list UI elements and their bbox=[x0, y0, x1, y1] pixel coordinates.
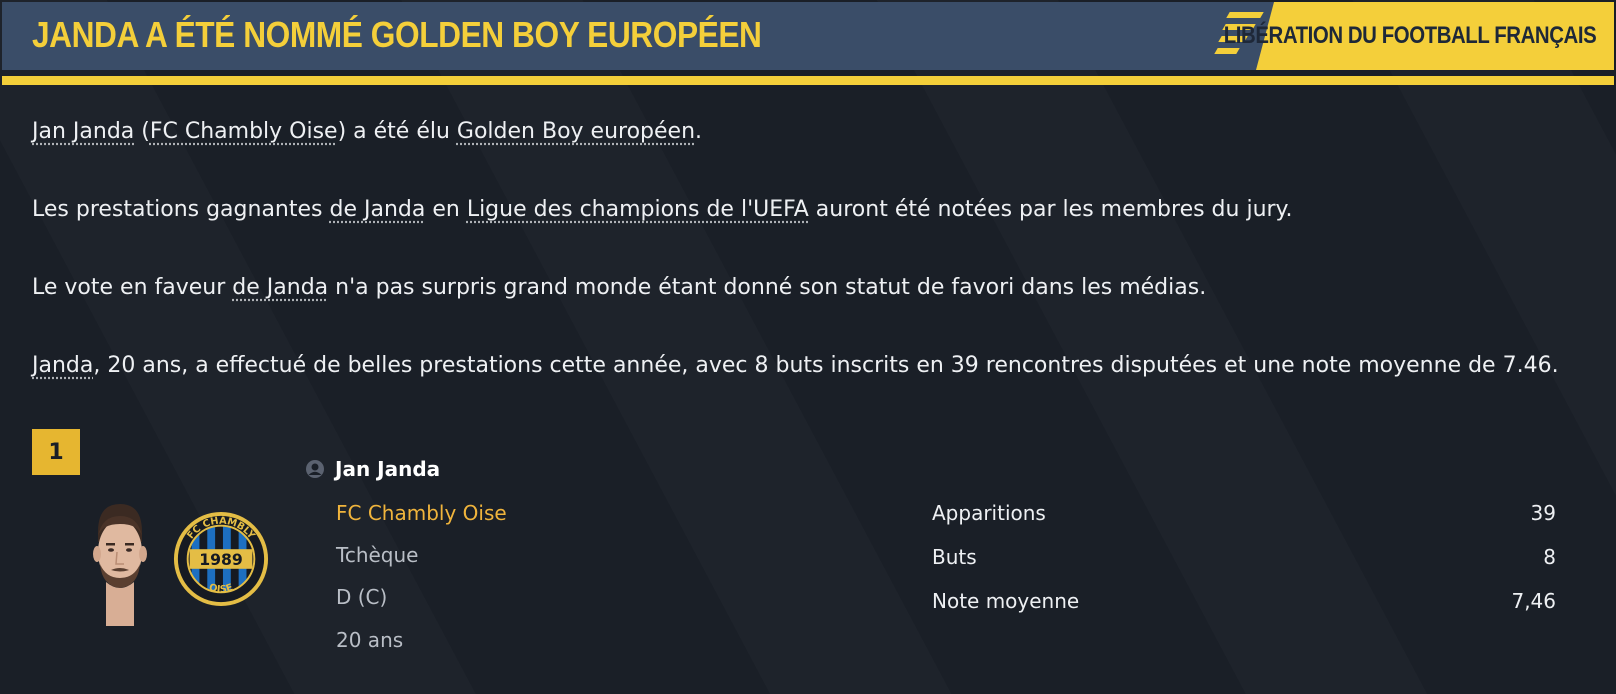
text: , 20 ans, a effectué de belles prestatio… bbox=[93, 353, 1559, 378]
article-body: Jan Janda (FC Chambly Oise) a été élu Go… bbox=[32, 112, 1592, 385]
header-accent-bar bbox=[2, 76, 1614, 85]
player-age: 20 ans bbox=[336, 628, 404, 652]
player-link[interactable]: Janda bbox=[32, 353, 93, 378]
stat-value-goals: 8 bbox=[1543, 545, 1556, 569]
club-crest-year: 1989 bbox=[199, 550, 243, 569]
news-source-label: LIBÉRATION DU FOOTBALL FRANÇAIS bbox=[1223, 22, 1596, 49]
player-link[interactable]: Jan Janda bbox=[32, 119, 134, 144]
text: auront été notées par les membres du jur… bbox=[808, 197, 1293, 222]
player-club[interactable]: FC Chambly Oise bbox=[336, 501, 507, 525]
article-paragraph-2: Les prestations gagnantes de Janda en Li… bbox=[32, 190, 1592, 229]
article-paragraph-4: Janda, 20 ans, a effectué de belles pres… bbox=[32, 346, 1592, 385]
rank-badge: 1 bbox=[32, 429, 80, 475]
text: Le vote en faveur bbox=[32, 275, 233, 300]
award-link[interactable]: Golden Boy européen bbox=[457, 119, 695, 144]
club-link[interactable]: FC Chambly Oise bbox=[150, 119, 338, 144]
text: n'a pas surpris grand monde étant donné … bbox=[328, 275, 1207, 300]
player-face-image[interactable] bbox=[84, 502, 156, 626]
text: Les prestations gagnantes bbox=[32, 197, 330, 222]
article-paragraph-3: Le vote en faveur de Janda n'a pas surpr… bbox=[32, 268, 1592, 307]
stat-label-average-rating: Note moyenne bbox=[932, 589, 1080, 613]
article-paragraph-1: Jan Janda (FC Chambly Oise) a été élu Go… bbox=[32, 112, 1592, 151]
stat-label-appearances: Apparitions bbox=[932, 501, 1046, 525]
player-name[interactable]: Jan Janda bbox=[335, 457, 440, 481]
news-headline: JANDA A ÉTÉ NOMMÉ GOLDEN BOY EUROPÉEN bbox=[32, 14, 762, 55]
news-header: JANDA A ÉTÉ NOMMÉ GOLDEN BOY EUROPÉEN LI… bbox=[2, 2, 1614, 70]
player-position: D (C) bbox=[336, 585, 388, 609]
stat-value-average-rating: 7,46 bbox=[1511, 589, 1556, 613]
person-icon bbox=[306, 460, 324, 478]
competition-link[interactable]: Ligue des champions de l'UEFA bbox=[467, 197, 809, 222]
club-crest-icon[interactable]: 1989 FC CHAMBLY OISE bbox=[172, 510, 270, 608]
news-source-tag: LIBÉRATION DU FOOTBALL FRANÇAIS bbox=[1214, 2, 1614, 70]
stat-value-appearances: 39 bbox=[1530, 501, 1556, 525]
player-link[interactable]: de Janda bbox=[329, 197, 425, 222]
player-link[interactable]: de Janda bbox=[232, 275, 328, 300]
text: . bbox=[695, 119, 703, 144]
player-nationality: Tchèque bbox=[336, 543, 419, 567]
player-name-row[interactable]: Jan Janda bbox=[305, 457, 440, 481]
text: ) a été élu bbox=[337, 119, 457, 144]
text: ( bbox=[134, 119, 150, 144]
stat-label-goals: Buts bbox=[932, 545, 977, 569]
text: en bbox=[425, 197, 467, 222]
